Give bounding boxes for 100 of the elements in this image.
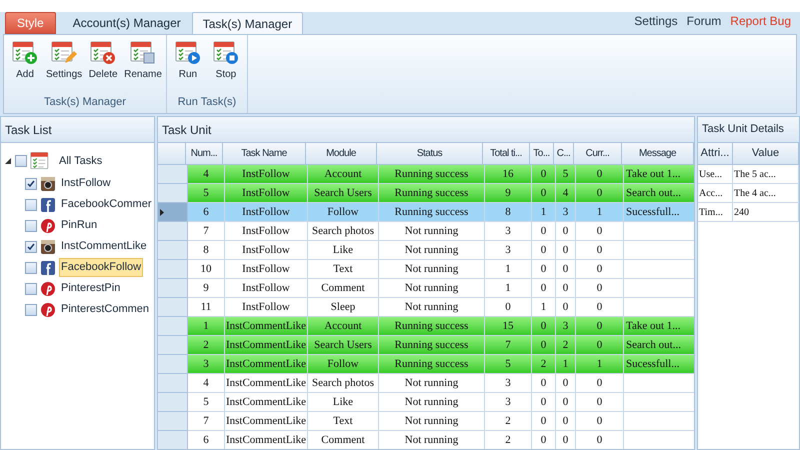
table-cell-text: 7 bbox=[505, 338, 511, 353]
checkbox[interactable] bbox=[25, 198, 37, 210]
table-row[interactable]: 5 InstFollow Search Users Running success 9 0 4 0 Search out... bbox=[158, 184, 694, 203]
table-cell-text: 7 bbox=[203, 414, 209, 429]
table-cell-text: 0 bbox=[562, 300, 568, 315]
checkbox[interactable] bbox=[25, 262, 37, 274]
ribbon-button[interactable]: Run bbox=[170, 39, 206, 82]
table-cell-text: Not running bbox=[404, 224, 458, 239]
table-row[interactable]: 6 InstFollow Follow Running success 8 1 3 1 Sucessfull... bbox=[158, 203, 694, 222]
checkbox[interactable] bbox=[25, 304, 37, 316]
table-row[interactable]: 2 InstCommentLike Search Users Running success 7 0 2 0 Search out... bbox=[158, 336, 694, 355]
column-header[interactable]: To... bbox=[530, 143, 554, 165]
checkbox[interactable] bbox=[25, 240, 37, 252]
table-cell-text: 0 bbox=[562, 394, 568, 410]
table-row[interactable]: 5 InstCommentLike Like Not running 3 0 0 0 bbox=[158, 393, 694, 412]
table-row[interactable]: 7 InstFollow Search photos Not running 3 0 0 0 bbox=[158, 222, 694, 241]
table-cell-text: 0 bbox=[562, 432, 568, 448]
table-row[interactable]: 10 InstFollow Text Not running 1 0 0 0 bbox=[158, 260, 694, 279]
tree-item[interactable]: PinRun bbox=[59, 216, 100, 235]
table-cell-text: 0 bbox=[540, 318, 546, 334]
table-cell-text: Comment bbox=[321, 432, 365, 448]
table-cell-text: Search Users bbox=[314, 186, 372, 201]
tree-item[interactable]: InstCommentLike bbox=[59, 237, 149, 256]
column-header[interactable]: Message bbox=[622, 143, 694, 165]
table-cell-text: 0 bbox=[596, 242, 602, 258]
column-header[interactable]: Status bbox=[377, 143, 483, 165]
tree-item[interactable]: InstFollow bbox=[59, 174, 113, 193]
table-cell-text: 5 bbox=[203, 394, 209, 410]
ribbon-button[interactable]: Rename bbox=[123, 39, 163, 82]
table-cell-text: Running success bbox=[394, 318, 468, 334]
column-header[interactable]: C... bbox=[554, 143, 574, 165]
ribbon-tab[interactable]: Task(s) Manager bbox=[192, 12, 304, 34]
table-cell-text: 0 bbox=[540, 280, 546, 296]
table-cell-text: 2 bbox=[505, 414, 511, 429]
tree-item[interactable]: All Tasks bbox=[59, 152, 102, 170]
table-cell-text: 11 bbox=[200, 300, 212, 315]
tree-item[interactable]: FacebookFollow bbox=[59, 258, 144, 277]
checkbox[interactable] bbox=[25, 178, 37, 190]
facebook-icon bbox=[40, 196, 56, 212]
table-row[interactable]: 8 InstFollow Like Not running 3 0 0 0 bbox=[158, 241, 694, 260]
table-cell-text: 5 bbox=[505, 356, 511, 372]
tree-item[interactable]: PinterestCommen bbox=[59, 300, 152, 319]
table-cell-text: 0 bbox=[540, 186, 546, 201]
table-cell-text: 6 bbox=[203, 432, 209, 448]
header-link[interactable]: Forum bbox=[686, 12, 722, 30]
column-header[interactable]: Num... bbox=[186, 143, 223, 165]
table-cell-text: 0 bbox=[596, 376, 602, 391]
table-cell-text: Sleep bbox=[330, 300, 356, 315]
table-row[interactable]: 4 InstFollow Account Running success 16 0 5 0 Take out 1... bbox=[158, 165, 694, 184]
camera-icon bbox=[40, 176, 56, 192]
ribbon-button[interactable]: Stop bbox=[208, 39, 244, 82]
facebook-icon bbox=[40, 260, 56, 276]
header-link[interactable]: Settings bbox=[634, 12, 678, 30]
expander-icon[interactable] bbox=[5, 158, 12, 164]
table-cell-text: InstFollow bbox=[242, 262, 290, 277]
group-label: Run Task(s) bbox=[178, 94, 236, 110]
table-cell-text: 0 bbox=[562, 414, 568, 429]
checkbox[interactable] bbox=[25, 282, 37, 294]
table-cell-text: InstFollow bbox=[242, 242, 290, 258]
table-cell-text: InstFollow bbox=[242, 166, 290, 182]
table-cell-text: 3 bbox=[562, 318, 568, 334]
table-cell-text: 3 bbox=[562, 204, 568, 220]
table-cell-text: 5 bbox=[203, 186, 209, 201]
ribbon-button[interactable]: Delete bbox=[85, 39, 122, 82]
panel-title: Task Unit bbox=[162, 122, 212, 138]
column-header[interactable]: Value bbox=[733, 143, 799, 165]
table-cell-text: Comment bbox=[321, 280, 365, 296]
tree-item[interactable]: FacebookCommer bbox=[59, 195, 154, 214]
checkbox[interactable] bbox=[15, 155, 27, 167]
table-row[interactable]: 7 InstCommentLike Text Not running 2 0 0 0 bbox=[158, 412, 694, 431]
table-cell-text: InstFollow bbox=[242, 300, 290, 315]
table-cell-text: 0 bbox=[540, 338, 546, 353]
table-cell-text: 0 bbox=[562, 262, 568, 277]
ribbon-tab[interactable]: Account(s) Manager bbox=[62, 12, 192, 34]
table-cell-text: 0 bbox=[596, 318, 602, 334]
column-header[interactable]: Attri... bbox=[698, 143, 733, 165]
table-row[interactable]: 9 InstFollow Comment Not running 1 0 0 0 bbox=[158, 279, 694, 298]
column-header[interactable]: Total ti... bbox=[483, 143, 530, 165]
table-cell-text: 9 bbox=[505, 186, 511, 201]
table-row[interactable]: 4 InstCommentLike Search photos Not running 3 0 0 0 bbox=[158, 374, 694, 393]
table-row[interactable]: 3 InstCommentLike Follow Running success 5 2 1 1 Sucessfull... bbox=[158, 355, 694, 374]
table-cell-text: 1 bbox=[505, 262, 511, 277]
table-cell-text: 3 bbox=[203, 356, 209, 372]
tree-item[interactable]: PinterestPin bbox=[59, 279, 122, 298]
pinterest-icon bbox=[40, 302, 56, 318]
table-cell-text: 0 bbox=[596, 300, 602, 315]
table-cell-text: Search photos bbox=[312, 224, 374, 239]
column-header[interactable]: Task Name bbox=[223, 143, 306, 165]
row-header[interactable] bbox=[158, 203, 188, 222]
checkbox[interactable] bbox=[25, 220, 37, 232]
camera-icon bbox=[40, 238, 56, 254]
table-cell-text: Running success bbox=[394, 186, 468, 201]
table-row[interactable]: 1 InstCommentLike Account Running success 15 0 3 0 Take out 1... bbox=[158, 317, 694, 336]
column-header[interactable]: Module bbox=[306, 143, 377, 165]
table-cell-text: 0 bbox=[562, 242, 568, 258]
table-cell-text: 4 bbox=[203, 166, 209, 182]
ribbon-button[interactable]: Settings bbox=[45, 39, 84, 82]
ribbon-button[interactable]: Add bbox=[7, 39, 43, 82]
table-row[interactable]: 11 InstFollow Sleep Not running 0 1 0 0 bbox=[158, 298, 694, 317]
column-header[interactable]: Curr... bbox=[574, 143, 622, 165]
